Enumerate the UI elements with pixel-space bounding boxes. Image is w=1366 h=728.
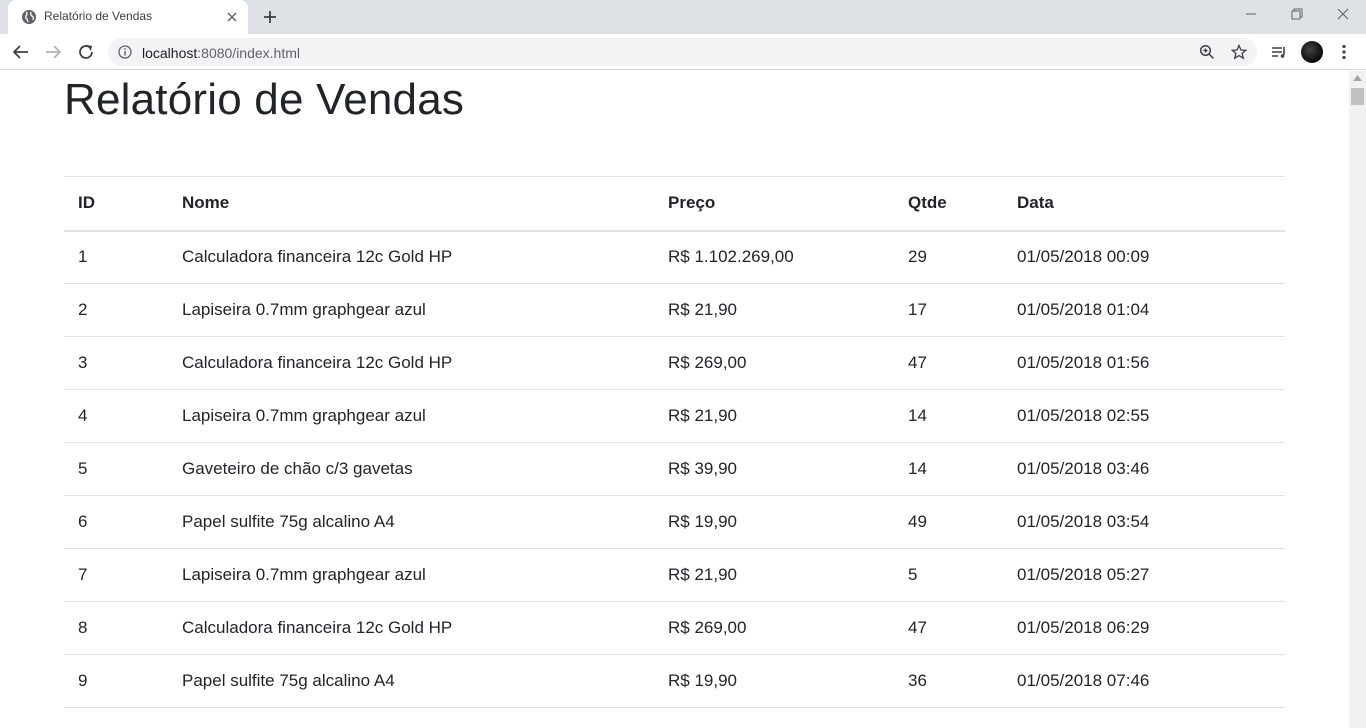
reload-icon[interactable] [77, 43, 95, 61]
cell-id: 6 [64, 495, 168, 549]
column-header-data: Data [1003, 176, 1285, 232]
cell-nome: Calculadora financeira 12c Gold HP [168, 601, 654, 655]
cell-nome: Calculadora financeira 12c Gold HP [168, 230, 654, 284]
table-row: 8 Calculadora financeira 12c Gold HP R$ 26… [64, 601, 1285, 655]
kebab-menu-icon[interactable] [1335, 43, 1353, 61]
tab-strip: Relatório de Vendas [0, 0, 1366, 34]
cell-data: 01/05/2018 02:55 [1003, 389, 1285, 443]
cell-data: 01/05/2018 01:04 [1003, 283, 1285, 337]
table-row: 6 Papel sulfite 75g alcalino A4 R$ 19,90 49… [64, 495, 1285, 549]
tab-title: Relatório de Vendas [44, 9, 153, 23]
cell-preco: R$ 19,90 [654, 495, 894, 549]
new-tab-icon[interactable] [261, 8, 279, 26]
cell-qtde: 36 [894, 654, 1003, 708]
cell-nome: Lapiseira 0.7mm graphgear azul [168, 389, 654, 443]
column-header-qtde: Qtde [894, 176, 1003, 232]
close-tab-icon[interactable] [225, 10, 239, 24]
table-row: 4 Lapiseira 0.7mm graphgear azul R$ 21,90 1… [64, 389, 1285, 443]
forward-arrow-icon[interactable] [44, 43, 62, 61]
table-row: 2 Lapiseira 0.7mm graphgear azul R$ 21,90 1… [64, 283, 1285, 337]
column-header-id: ID [64, 176, 168, 232]
table-row: 7 Lapiseira 0.7mm graphgear azul R$ 21,90 5… [64, 548, 1285, 602]
cell-id: 1 [64, 230, 168, 284]
zoom-icon[interactable] [1199, 44, 1215, 60]
cell-id: 3 [64, 336, 168, 390]
cell-qtde: 14 [894, 389, 1003, 443]
page-viewport: Relatório de Vendas ID Nome Preço Qtde D… [0, 71, 1349, 728]
column-header-nome: Nome [168, 176, 654, 232]
cell-preco: R$ 39,90 [654, 442, 894, 496]
table-row: 1 Calculadora financeira 12c Gold HP R$ 1.… [64, 230, 1285, 284]
table-row: 3 Calculadora financeira 12c Gold HP R$ 26… [64, 336, 1285, 390]
url-text[interactable]: localhost:8080/index.html [142, 45, 300, 61]
info-icon[interactable] [118, 45, 132, 59]
cell-nome: Papel sulfite 75g alcalino A4 [168, 654, 654, 708]
profile-avatar[interactable] [1301, 41, 1323, 63]
globe-icon [22, 10, 36, 24]
back-arrow-icon[interactable] [12, 43, 30, 61]
cell-nome: Gaveteiro de chão c/3 gavetas [168, 442, 654, 496]
cell-id: 9 [64, 654, 168, 708]
cell-qtde: 49 [894, 495, 1003, 549]
scrollbar-thumb[interactable] [1351, 88, 1364, 105]
cell-id: 5 [64, 442, 168, 496]
cell-id: 4 [64, 389, 168, 443]
address-bar[interactable]: localhost:8080/index.html [108, 38, 1257, 66]
cell-nome: Calculadora financeira 12c Gold HP [168, 336, 654, 390]
browser-toolbar: localhost:8080/index.html [0, 34, 1366, 70]
cell-preco: R$ 21,90 [654, 283, 894, 337]
url-host: localhost [142, 45, 198, 61]
minimize-icon[interactable] [1243, 6, 1259, 22]
restore-icon[interactable] [1289, 6, 1305, 22]
cell-preco: R$ 269,00 [654, 601, 894, 655]
cell-data: 01/05/2018 06:29 [1003, 601, 1285, 655]
cell-data: 01/05/2018 05:27 [1003, 548, 1285, 602]
header-row: ID Nome Preço Qtde Data [64, 176, 1285, 232]
cell-nome: Papel sulfite 75g alcalino A4 [168, 495, 654, 549]
cell-qtde: 47 [894, 336, 1003, 390]
cell-qtde: 5 [894, 548, 1003, 602]
cell-id: 7 [64, 548, 168, 602]
cell-nome: Lapiseira 0.7mm graphgear azul [168, 548, 654, 602]
table-header: ID Nome Preço Qtde Data [64, 176, 1285, 232]
media-queue-icon[interactable] [1270, 43, 1288, 61]
cell-data: 01/05/2018 03:46 [1003, 442, 1285, 496]
cell-preco: R$ 269,00 [654, 336, 894, 390]
url-path: :8080/index.html [197, 45, 300, 61]
cell-nome: Lapiseira 0.7mm graphgear azul [168, 283, 654, 337]
cell-data: 01/05/2018 01:56 [1003, 336, 1285, 390]
browser-tab[interactable]: Relatório de Vendas [8, 0, 248, 34]
cell-data: 01/05/2018 07:46 [1003, 654, 1285, 708]
scroll-up-arrow-icon[interactable] [1353, 75, 1362, 81]
cell-qtde: 47 [894, 601, 1003, 655]
sales-table: ID Nome Preço Qtde Data 1 Calculadora fin… [64, 176, 1285, 708]
vertical-scrollbar[interactable] [1349, 71, 1366, 728]
cell-qtde: 29 [894, 230, 1003, 284]
cell-id: 2 [64, 283, 168, 337]
cell-id: 8 [64, 601, 168, 655]
close-window-icon[interactable] [1335, 6, 1351, 22]
table-row: 9 Papel sulfite 75g alcalino A4 R$ 19,90 36… [64, 654, 1285, 708]
table-row: 5 Gaveteiro de chão c/3 gavetas R$ 39,90 14… [64, 442, 1285, 496]
cell-preco: R$ 21,90 [654, 389, 894, 443]
cell-preco: R$ 19,90 [654, 654, 894, 708]
column-header-preco: Preço [654, 176, 894, 232]
cell-data: 01/05/2018 00:09 [1003, 230, 1285, 284]
cell-data: 01/05/2018 03:54 [1003, 495, 1285, 549]
table-body: 1 Calculadora financeira 12c Gold HP R$ 1.… [64, 230, 1285, 708]
page-title: Relatório de Vendas [64, 75, 465, 124]
cell-qtde: 14 [894, 442, 1003, 496]
cell-qtde: 17 [894, 283, 1003, 337]
cell-preco: R$ 1.102.269,00 [654, 230, 894, 284]
cell-preco: R$ 21,90 [654, 548, 894, 602]
bookmark-star-icon[interactable] [1231, 44, 1247, 60]
